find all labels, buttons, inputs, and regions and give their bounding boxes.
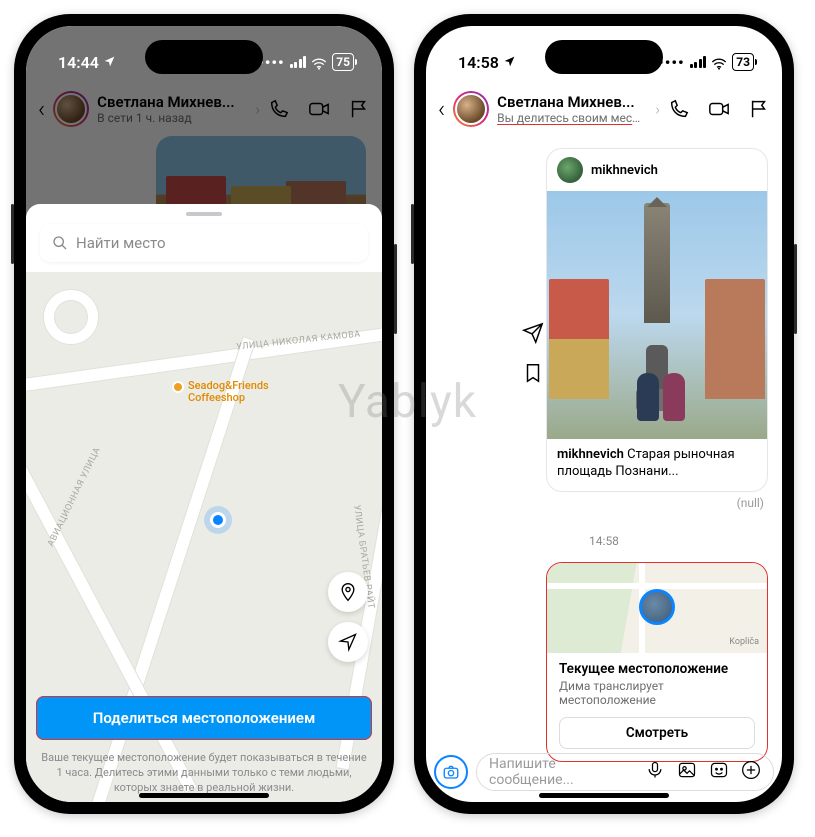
status-time: 14:58 bbox=[458, 53, 499, 72]
shared-post-card[interactable]: mikhnevich mikhnevich Старая рыночная пл… bbox=[546, 148, 768, 492]
home-indicator[interactable] bbox=[539, 793, 669, 798]
chat-header: ‹ Светлана Михнев... Вы делитесь своим м… bbox=[426, 82, 782, 136]
phone-left: 14:44 •••• 75 ‹ bbox=[14, 14, 394, 814]
poi-pin-icon bbox=[172, 381, 184, 393]
message-actions bbox=[522, 322, 544, 388]
camera-button[interactable] bbox=[434, 755, 468, 789]
bookmark-icon[interactable] bbox=[522, 362, 544, 388]
share-icon[interactable] bbox=[522, 322, 544, 348]
disclaimer-text: Ваше текущее местоположение будет показы… bbox=[38, 751, 370, 796]
chat-name: Светлана Михнев... bbox=[497, 93, 645, 111]
wifi-icon bbox=[711, 56, 727, 68]
sheet-handle[interactable] bbox=[186, 212, 222, 216]
location-card-subtitle: Дима транслирует местоположение bbox=[559, 679, 755, 707]
search-icon bbox=[52, 235, 68, 251]
cellular-icon bbox=[690, 56, 707, 68]
status-time: 14:44 bbox=[58, 53, 99, 72]
null-label: (null) bbox=[426, 496, 764, 510]
location-card-title: Текущее местоположение bbox=[559, 661, 755, 677]
location-services-icon bbox=[503, 53, 516, 72]
flag-icon[interactable] bbox=[748, 98, 770, 120]
map-roundabout bbox=[44, 290, 98, 344]
current-location-dot bbox=[210, 512, 226, 528]
location-card-map: Kopliča bbox=[547, 563, 767, 653]
call-icon[interactable] bbox=[668, 98, 690, 120]
share-location-sheet: Найти место УЛИЦА НИКОЛАЯ КАМОВА АВИАЦИО… bbox=[26, 204, 382, 802]
view-location-button[interactable]: Смотреть bbox=[559, 717, 755, 749]
location-avatar-marker bbox=[639, 589, 675, 625]
post-caption: mikhnevich Старая рыночная площадь Позна… bbox=[547, 439, 767, 491]
wifi-icon bbox=[311, 56, 327, 68]
plus-icon[interactable] bbox=[741, 760, 761, 784]
search-location-input[interactable]: Найти место bbox=[40, 224, 368, 262]
chevron-right-icon: › bbox=[655, 100, 660, 119]
message-placeholder: Напишите сообщение... bbox=[489, 756, 637, 788]
back-button[interactable]: ‹ bbox=[438, 95, 445, 123]
gallery-icon[interactable] bbox=[677, 760, 697, 784]
message-input[interactable]: Напишите сообщение... bbox=[476, 753, 774, 791]
dynamic-island bbox=[145, 40, 263, 74]
location-services-icon bbox=[103, 53, 116, 72]
mic-icon[interactable] bbox=[645, 760, 665, 784]
post-author-name[interactable]: mikhnevich bbox=[591, 163, 658, 178]
share-location-button[interactable]: Поделиться местоположением bbox=[36, 696, 372, 740]
post-author-avatar[interactable] bbox=[557, 157, 583, 183]
chat-subtitle: Вы делитесь своим местоп... bbox=[497, 111, 645, 125]
dynamic-island bbox=[545, 40, 663, 74]
cellular-icon bbox=[290, 56, 307, 68]
sticker-icon[interactable] bbox=[709, 760, 729, 784]
phone-right: 14:58 •••• 73 ‹ Светл bbox=[414, 14, 794, 814]
search-placeholder: Найти место bbox=[76, 234, 166, 252]
live-location-card[interactable]: Kopliča Текущее местоположение Дима тран… bbox=[546, 562, 768, 762]
video-icon[interactable] bbox=[708, 98, 730, 120]
home-indicator[interactable] bbox=[139, 793, 269, 798]
map-poi[interactable]: Seadog&Friends Coffeeshop bbox=[172, 380, 269, 404]
post-image[interactable] bbox=[547, 191, 767, 439]
time-divider: 14:58 bbox=[426, 534, 782, 548]
map-place-label: Kopliča bbox=[729, 637, 759, 647]
battery-icon: 73 bbox=[732, 53, 754, 71]
location-map[interactable]: УЛИЦА НИКОЛАЯ КАМОВА АВИАЦИОННАЯ УЛИЦА У… bbox=[26, 272, 382, 802]
chat-title-block[interactable]: Светлана Михнев... Вы делитесь своим мес… bbox=[497, 93, 645, 125]
poi-name-2: Coffeeshop bbox=[188, 392, 269, 404]
message-composer: Напишите сообщение... bbox=[434, 750, 774, 794]
recenter-button[interactable] bbox=[328, 622, 368, 662]
drop-pin-button[interactable] bbox=[328, 572, 368, 612]
contact-avatar[interactable] bbox=[453, 91, 489, 127]
battery-icon: 75 bbox=[332, 53, 354, 71]
road-label: АВИАЦИОННАЯ УЛИЦА bbox=[46, 446, 103, 548]
